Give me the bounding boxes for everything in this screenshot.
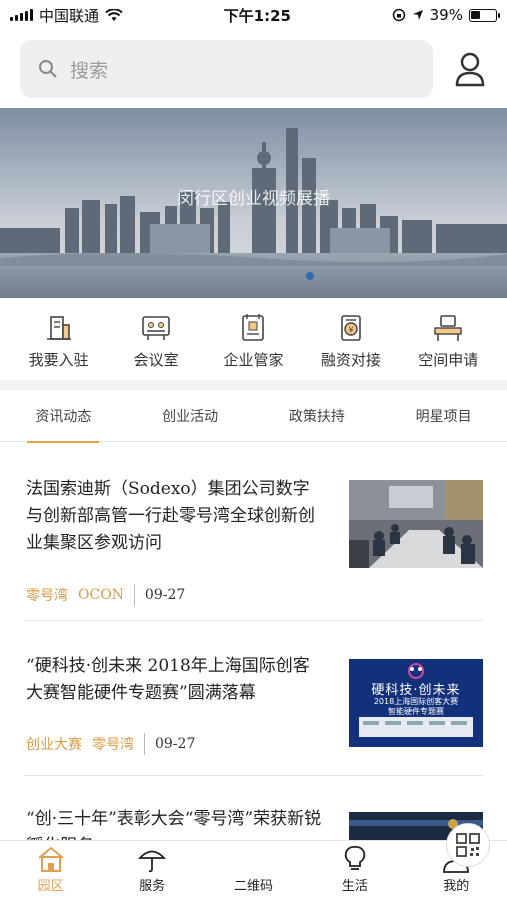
nav-label: 二维码 <box>233 879 273 894</box>
news-list: 法国索迪斯（Sodexo）集团公司数字与创新部高管一行赴零号湾全球创新创业集聚区… <box>0 442 507 856</box>
battery-icon <box>468 8 500 22</box>
location-icon <box>412 10 423 20</box>
status-time: 下午1:25 <box>223 6 291 25</box>
news-date: 09-27 <box>144 587 186 603</box>
quick-item-label: 融资对接 <box>320 350 381 369</box>
search-input[interactable]: 搜索 <box>20 40 433 98</box>
banner-caption: 闵行区创业视频展播 <box>177 189 330 209</box>
news-title: 法国索迪斯（Sodexo）集团公司数字与创新部高管一行赴零号湾全球创新创业集聚区… <box>26 479 315 553</box>
news-tag[interactable]: 创业大赛 <box>26 734 82 754</box>
tab-star-projects[interactable]: 明星项目 <box>408 390 480 442</box>
battery-percent: 39% <box>429 6 463 24</box>
meeting-room-icon <box>142 315 170 340</box>
quick-item-label: 会议室 <box>133 350 179 369</box>
umbrella-icon <box>138 850 167 873</box>
carrier-label: 中国联通 <box>39 6 100 25</box>
finance-icon: ¥ <box>341 314 361 341</box>
tab-news[interactable]: 资讯动态 <box>27 390 100 443</box>
meta-divider <box>144 733 145 755</box>
news-tag[interactable]: 零号湾 <box>92 734 134 754</box>
quick-item-butler[interactable]: 企业管家 <box>208 313 298 370</box>
butler-icon <box>242 313 265 341</box>
news-thumbnail[interactable] <box>349 480 483 568</box>
qr-code-icon <box>456 833 481 857</box>
news-item[interactable]: “硬科技·创未来 2018年上海国际创客大赛智能硬件专题赛”圆满落幕 创业大赛 … <box>0 621 507 775</box>
nav-label: 服务 <box>139 879 166 894</box>
meta-divider <box>133 584 135 606</box>
nav-park[interactable]: 园区 <box>11 845 91 894</box>
tab-events[interactable]: 创业活动 <box>154 390 226 442</box>
meeting-photo <box>349 480 483 568</box>
news-tag[interactable]: 零号湾 <box>26 585 68 605</box>
nav-service[interactable]: 服务 <box>112 845 192 894</box>
quick-menu: 我要入驻 会议室 企业管家 ¥ 融资对接 空间申请 <box>0 298 507 378</box>
status-bar: 中国联通 下午1:25 39% <box>0 0 507 30</box>
nav-qrcode[interactable]: 二维码 <box>213 823 491 894</box>
building-icon <box>46 315 71 340</box>
search-placeholder: 搜索 <box>70 59 109 82</box>
search-icon <box>39 60 57 78</box>
user-icon <box>455 52 485 87</box>
carousel-indicator <box>306 272 314 280</box>
home-icon <box>38 846 64 872</box>
news-thumbnail[interactable]: 硬科技·创未来 2018上海国际创客大赛 智能硬件专题赛 <box>349 659 483 747</box>
nav-label: 园区 <box>37 879 64 894</box>
search-row: 搜索 <box>0 30 507 108</box>
news-tabs: 资讯动态 创业活动 政策扶持 明星项目 <box>0 390 507 443</box>
bottom-tab-bar: 园区 服务 二维码 生活 我的 <box>0 823 507 900</box>
banner-carousel[interactable]: 闵行区创业视频展播 <box>0 108 507 298</box>
quick-item-move-in[interactable]: 我要入驻 <box>14 313 104 370</box>
thumb-subtitle-2: 智能硬件专题赛 <box>388 707 444 716</box>
lock-rotation-icon <box>392 8 405 22</box>
quick-item-label: 我要入驻 <box>28 350 89 369</box>
workspace-icon <box>434 314 462 341</box>
quick-item-label: 企业管家 <box>223 350 284 369</box>
signal-icon <box>10 9 33 21</box>
nav-label: 生活 <box>341 879 368 894</box>
section-separator <box>0 380 507 390</box>
quick-item-financing[interactable]: ¥ 融资对接 <box>306 313 396 370</box>
wifi-icon <box>105 8 123 21</box>
quick-item-meeting-room[interactable]: 会议室 <box>111 313 201 370</box>
news-title: “硬科技·创未来 2018年上海国际创客大赛智能硬件专题赛”圆满落幕 <box>26 656 310 703</box>
quick-item-label: 空间申请 <box>418 350 479 369</box>
bulb-icon <box>344 846 366 870</box>
tab-policy[interactable]: 政策扶持 <box>281 390 353 442</box>
profile-button[interactable] <box>453 49 487 89</box>
nav-life[interactable]: 生活 <box>315 845 395 894</box>
nav-label: 我的 <box>443 879 470 894</box>
news-item[interactable]: 法国索迪斯（Sodexo）集团公司数字与创新部高管一行赴零号湾全球创新创业集聚区… <box>0 442 507 620</box>
news-tag[interactable]: OCON <box>78 587 124 603</box>
quick-item-space-apply[interactable]: 空间申请 <box>403 313 493 370</box>
news-date: 09-27 <box>155 736 196 752</box>
svg-text:¥: ¥ <box>348 325 353 334</box>
